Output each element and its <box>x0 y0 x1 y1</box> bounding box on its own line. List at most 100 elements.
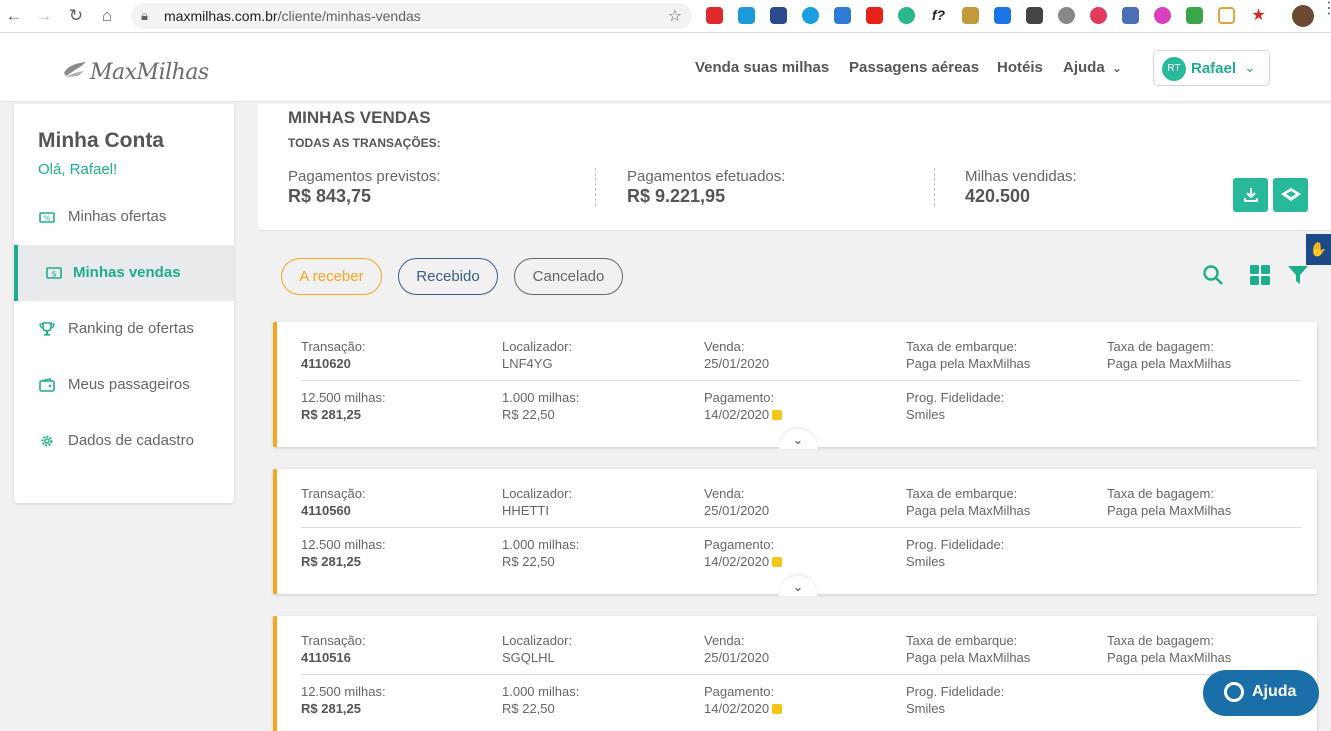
stat-value: R$ 843,75 <box>288 186 372 206</box>
page-title: MINHAS VENDAS <box>288 108 431 127</box>
back-arrow-icon[interactable]: ← <box>4 6 24 26</box>
accessibility-hand-icon[interactable]: ✋ <box>1306 234 1331 265</box>
taxa-embarque-value: Paga pela MaxMilhas <box>906 650 1031 665</box>
sidebar-item-label: Minhas ofertas <box>68 208 167 225</box>
filter-recebido[interactable]: Recebido <box>398 258 498 295</box>
milhas-field: 12.500 milhas: R$ 281,25 <box>301 536 386 570</box>
grid-view-icon[interactable] <box>1249 264 1271 286</box>
extension-icon[interactable] <box>1026 7 1043 24</box>
sidebar-title: Minha Conta <box>38 129 164 152</box>
chevron-down-icon: ⌄ <box>1111 61 1122 75</box>
profile-avatar[interactable] <box>1292 5 1314 27</box>
programa-field: Prog. Fidelidade: Smiles <box>906 536 1004 570</box>
field-label: 12.500 milhas: <box>301 390 386 405</box>
extension-icon[interactable] <box>1218 7 1235 24</box>
wallet-icon <box>39 378 55 392</box>
field-label: Venda: <box>704 633 745 648</box>
programa-field: Prog. Fidelidade: Smiles <box>906 683 1004 717</box>
sidebar-item-ranking[interactable]: Ranking de ofertas <box>14 301 234 357</box>
nav-ajuda[interactable]: Ajuda ⌄ <box>1063 59 1122 76</box>
extension-icon[interactable] <box>1090 7 1107 24</box>
sidebar-item-label: Ranking de ofertas <box>68 320 194 337</box>
filter-a-receber[interactable]: A receber <box>281 258 382 295</box>
stat-label: Pagamentos efetuados: <box>627 168 786 185</box>
forward-arrow-icon[interactable]: → <box>34 6 54 26</box>
field-label: Transação: <box>301 486 366 501</box>
search-icon[interactable] <box>1202 264 1224 286</box>
money-icon: $ <box>46 266 62 280</box>
taxa-bagagem-field: Taxa de bagagem: Paga pela MaxMilhas <box>1107 485 1231 519</box>
stat-label: Milhas vendidas: <box>965 168 1077 185</box>
localizador-value: LNF4YG <box>502 356 553 371</box>
transaction-card: Transação: 4110516 Localizador: SGQLHL Ven… <box>273 616 1317 731</box>
field-label: Transação: <box>301 633 366 648</box>
nav-passagens[interactable]: Passagens aéreas <box>849 59 979 76</box>
venda-field: Venda: 25/01/2020 <box>704 485 769 519</box>
extension-icon[interactable] <box>994 7 1011 24</box>
extension-icon[interactable] <box>802 7 819 24</box>
share-extension-icon[interactable] <box>898 7 915 24</box>
transacao-field: Transação: 4110516 <box>301 632 366 666</box>
filter-funnel-icon[interactable] <box>1287 264 1309 286</box>
taxa-embarque-field: Taxa de embarque: Paga pela MaxMilhas <box>906 338 1030 372</box>
download-extension-icon[interactable] <box>770 7 787 24</box>
extension-icon[interactable] <box>834 7 851 24</box>
chevron-down-icon: ⌄ <box>792 432 804 447</box>
extra-milhas-field: 1.000 milhas: R$ 22,50 <box>502 389 579 423</box>
nav-venda-milhas[interactable]: Venda suas milhas <box>695 59 829 76</box>
browser-menu-icon[interactable]: ⋮ <box>1321 1 1331 17</box>
extension-icon[interactable] <box>738 7 755 24</box>
programa-value: Smiles <box>906 554 946 569</box>
chevron-down-icon: ⌄ <box>1244 59 1256 75</box>
expand-card-button[interactable]: ⌄ <box>779 576 817 596</box>
sidebar-item-dados-cadastro[interactable]: Dados de cadastro <box>14 413 234 469</box>
sidebar-item-minhas-vendas[interactable]: $ Minhas vendas <box>14 245 234 301</box>
address-bar[interactable]: 🔒︎ maxmilhas.com.br/cliente/minhas-venda… <box>131 3 692 29</box>
camera-extension-icon[interactable] <box>1058 7 1075 24</box>
venda-date: 25/01/2020 <box>704 650 770 665</box>
extension-icon[interactable] <box>866 7 883 24</box>
milhas-value: R$ 281,25 <box>301 554 361 569</box>
field-label: Pagamento: <box>704 390 775 405</box>
nav-hoteis[interactable]: Hotéis <box>997 59 1043 76</box>
sidebar-item-minhas-ofertas[interactable]: % Minhas ofertas <box>14 189 234 245</box>
stat-divider <box>934 168 935 206</box>
card-divider <box>301 674 1301 675</box>
venda-field: Venda: 25/01/2020 <box>704 338 769 372</box>
extension-icon[interactable] <box>1186 7 1203 24</box>
pagamento-field: Pagamento: 14/02/2020 <box>704 683 783 717</box>
field-label: Pagamento: <box>704 537 775 552</box>
bank-payment-button[interactable] <box>1273 178 1308 212</box>
address-url: maxmilhas.com.br/cliente/minhas-vendas <box>164 8 421 24</box>
formula-extension-icon[interactable]: f? <box>930 7 947 24</box>
code-extension-icon[interactable] <box>1122 7 1139 24</box>
extension-icon[interactable] <box>706 7 723 24</box>
stat-label: Pagamentos previstos: <box>288 168 441 185</box>
bookmark-star-icon[interactable]: ☆ <box>668 6 682 26</box>
browser-toolbar: ← → ↻ ⌂ 🔒︎ maxmilhas.com.br/cliente/minh… <box>0 0 1331 33</box>
reload-icon[interactable]: ↻ <box>66 6 86 26</box>
extension-icon[interactable] <box>962 7 979 24</box>
pagamento-date: 14/02/2020 <box>704 407 770 422</box>
user-menu-button[interactable]: RT Rafael ⌄ <box>1153 50 1270 86</box>
card-divider <box>301 380 1301 381</box>
sidebar-item-label: Minhas vendas <box>73 264 181 281</box>
star-extension-icon[interactable]: ★ <box>1250 7 1267 24</box>
home-icon[interactable]: ⌂ <box>97 6 117 26</box>
localizador-field: Localizador: HHETTI <box>502 485 572 519</box>
filter-cancelado[interactable]: Cancelado <box>514 258 623 295</box>
maxmilhas-logo[interactable]: MaxMilhas <box>62 52 209 86</box>
sales-summary-panel: MINHAS VENDAS TODAS AS TRANSAÇÕES: Pagam… <box>258 104 1331 231</box>
field-label: 12.500 milhas: <box>301 537 386 552</box>
expand-card-button[interactable]: ⌄ <box>779 429 817 449</box>
sidebar-item-passageiros[interactable]: Meus passageiros <box>14 357 234 413</box>
extension-icon[interactable] <box>1154 7 1171 24</box>
stat-pagamentos-previstos: Pagamentos previstos: R$ 843,75 <box>288 168 441 207</box>
field-label: Taxa de embarque: <box>906 339 1018 354</box>
programa-field: Prog. Fidelidade: Smiles <box>906 389 1004 423</box>
download-button[interactable] <box>1233 178 1268 212</box>
taxa-embarque-field: Taxa de embarque: Paga pela MaxMilhas <box>906 485 1030 519</box>
help-button-label: Ajuda <box>1252 683 1297 700</box>
page-subtitle: TODAS AS TRANSAÇÕES: <box>288 136 441 150</box>
help-chat-button[interactable]: Ajuda <box>1203 670 1319 716</box>
